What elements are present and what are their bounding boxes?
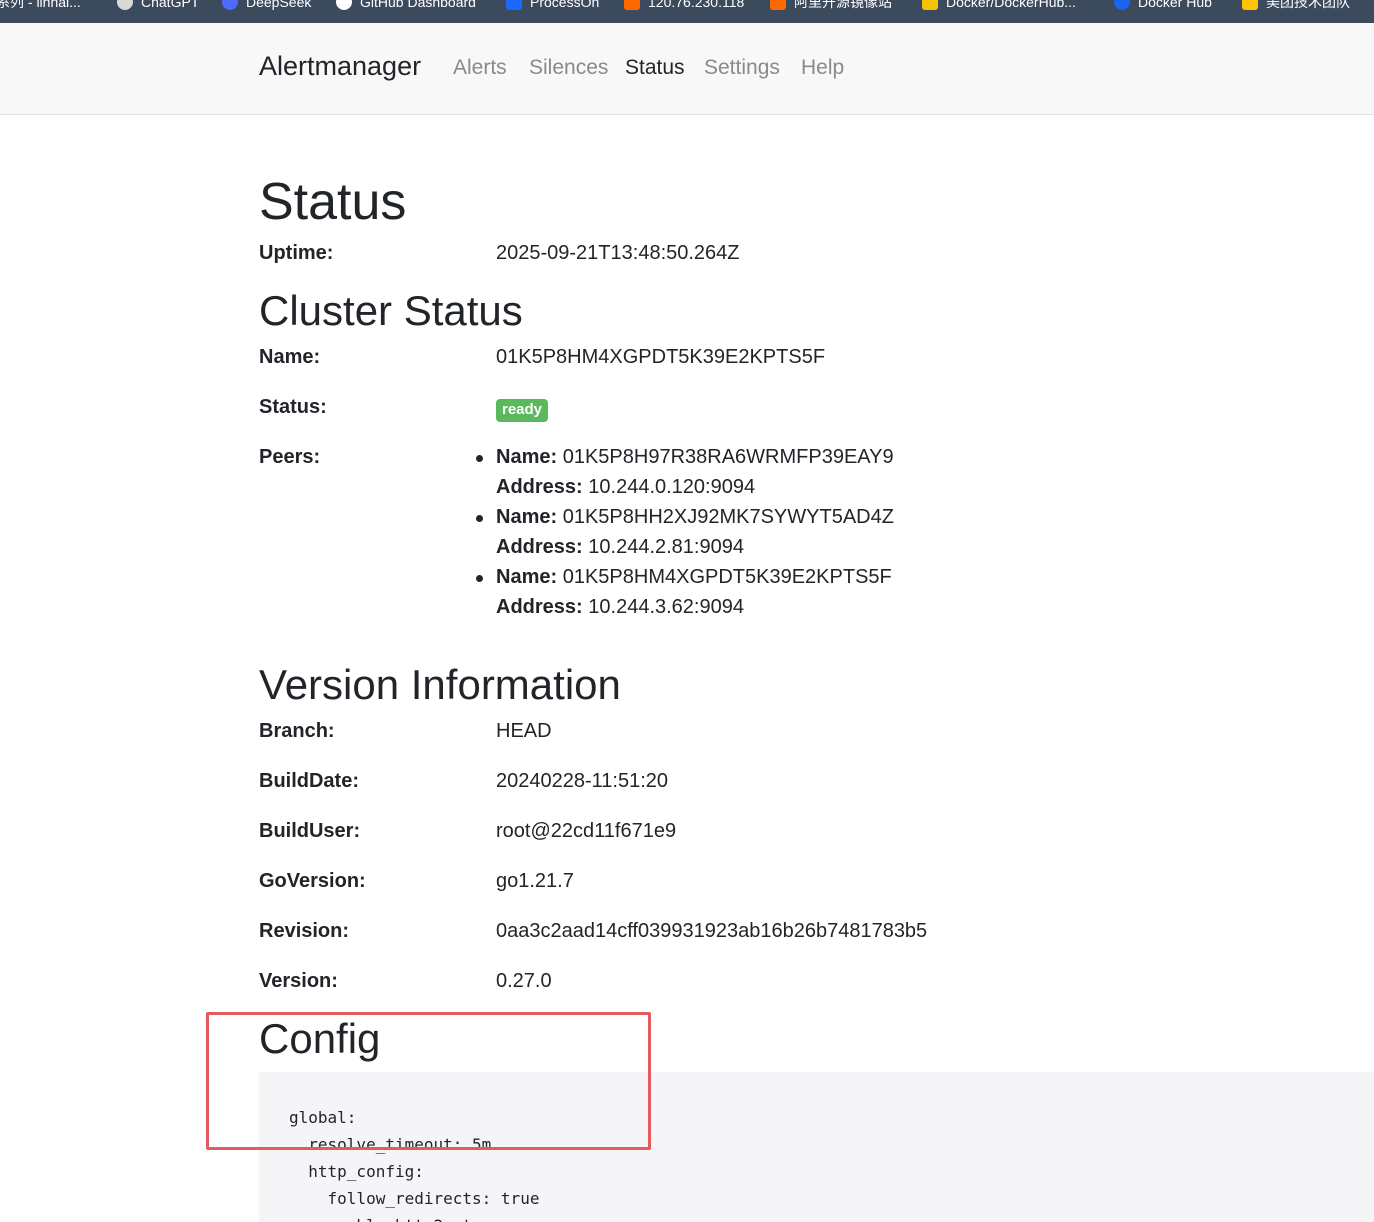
peer-address-value: 10.244.2.81:9094 <box>588 536 744 558</box>
peer-name-value: 01K5P8H97R38RA6WRMFP39EAY9 <box>562 446 894 468</box>
processon-icon <box>506 0 522 10</box>
bookmark-label: ProcessOn <box>530 0 600 10</box>
builddate-value: 20240228-11:51:20 <box>496 770 669 792</box>
nav-status[interactable]: Status <box>625 56 685 80</box>
peer-name-label: Name: <box>496 506 558 528</box>
cluster-status-label: Status: <box>259 396 327 418</box>
cluster-name-label: Name: <box>259 346 321 368</box>
bookmark-item[interactable]: 系列 - linhai... <box>0 0 81 14</box>
goversion-value: go1.21.7 <box>496 870 574 892</box>
peer-address: Address: 10.244.3.62:9094 <box>496 596 744 619</box>
bookmark-label: 系列 - linhai... <box>0 0 81 10</box>
aliyun-icon <box>624 0 640 10</box>
list-bullet <box>476 515 483 522</box>
page-icon <box>922 0 938 10</box>
peer-name-value: 01K5P8HM4XGPDT5K39E2KPTS5F <box>562 566 892 588</box>
docker-icon <box>1114 0 1130 10</box>
deepseek-icon <box>222 0 238 10</box>
bookmark-item[interactable]: DeepSeek <box>222 0 311 14</box>
peer-name-value: 01K5P8HH2XJ92MK7SYWYT5AD4Z <box>562 506 894 528</box>
meituan-icon <box>1242 0 1258 10</box>
bookmark-item[interactable]: 美团技术团队 <box>1242 0 1350 14</box>
bookmark-label: ChatGPT <box>141 0 200 10</box>
nav-settings[interactable]: Settings <box>704 56 780 80</box>
peer-name-label: Name: <box>496 446 558 468</box>
bookmark-item[interactable]: GitHub Dashboard <box>336 0 476 14</box>
bookmark-label: 120.76.230.118 <box>648 0 745 10</box>
nav-alerts[interactable]: Alerts <box>453 56 507 80</box>
peer-address-value: 10.244.0.120:9094 <box>588 476 756 498</box>
uptime-label: Uptime: <box>259 242 334 264</box>
version-value: 0.27.0 <box>496 970 552 992</box>
bookmark-item[interactable]: Docker/DockerHub... <box>922 0 1076 14</box>
bookmark-label: 美团技术团队 <box>1266 0 1350 10</box>
bookmark-label: 阿里开源镜像站 <box>794 0 892 10</box>
cluster-status-heading: Cluster Status <box>259 287 523 334</box>
uptime-value: 2025-09-21T13:48:50.264Z <box>496 242 740 264</box>
branch-value: HEAD <box>496 720 552 742</box>
peer-address-value: 10.244.3.62:9094 <box>588 596 744 618</box>
version-label: Version: <box>259 970 338 992</box>
bookmark-label: Docker Hub <box>1138 0 1212 10</box>
nav-silences[interactable]: Silences <box>529 56 608 80</box>
bookmark-item[interactable]: 120.76.230.118 <box>624 0 744 14</box>
builduser-value: root@22cd11f671e9 <box>496 820 677 842</box>
highlight-box <box>206 1012 651 1150</box>
github-icon <box>336 0 352 10</box>
peer-address: Address: 10.244.2.81:9094 <box>496 536 744 559</box>
openai-icon <box>117 0 133 10</box>
peer-address-label: Address: <box>496 476 583 498</box>
bookmark-item[interactable]: 阿里开源镜像站 <box>770 0 892 14</box>
peer-address-label: Address: <box>496 536 583 558</box>
bookmark-label: Docker/DockerHub... <box>946 0 1076 10</box>
peer-address: Address: 10.244.0.120:9094 <box>496 476 755 499</box>
branch-label: Branch: <box>259 720 335 742</box>
revision-label: Revision: <box>259 920 350 942</box>
peer-name-label: Name: <box>496 566 558 588</box>
peer-name: Name: 01K5P8HH2XJ92MK7SYWYT5AD4Z <box>496 506 894 529</box>
brand-link[interactable]: Alertmanager <box>259 51 421 82</box>
peer-address-label: Address: <box>496 596 583 618</box>
aliyun-icon <box>770 0 786 10</box>
list-bullet <box>476 575 483 582</box>
bookmark-label: DeepSeek <box>246 0 312 10</box>
cluster-name-value: 01K5P8HM4XGPDT5K39E2KPTS5F <box>496 346 826 368</box>
peers-label: Peers: <box>259 446 321 468</box>
bookmark-item[interactable]: ChatGPT <box>117 0 199 14</box>
bookmark-item[interactable]: Docker Hub <box>1114 0 1212 14</box>
list-bullet <box>476 455 483 462</box>
revision-value: 0aa3c2aad14cff039931923ab16b26b7481783b5 <box>496 920 928 942</box>
bookmark-item[interactable]: ProcessOn <box>506 0 599 14</box>
bookmarks-bar: 系列 - linhai... ChatGPT DeepSeek GitHub D… <box>0 0 1374 23</box>
peer-name: Name: 01K5P8HM4XGPDT5K39E2KPTS5F <box>496 566 892 589</box>
navbar: Alertmanager Alerts Silences Status Sett… <box>0 23 1374 115</box>
peer-name: Name: 01K5P8H97R38RA6WRMFP39EAY9 <box>496 446 894 469</box>
nav-help[interactable]: Help <box>801 56 844 80</box>
builddate-label: BuildDate: <box>259 770 359 792</box>
status-heading: Status <box>259 173 407 231</box>
builduser-label: BuildUser: <box>259 820 361 842</box>
bookmark-label: GitHub Dashboard <box>360 0 476 10</box>
status-badge: ready <box>496 399 549 422</box>
goversion-label: GoVersion: <box>259 870 366 892</box>
version-heading: Version Information <box>259 661 621 708</box>
